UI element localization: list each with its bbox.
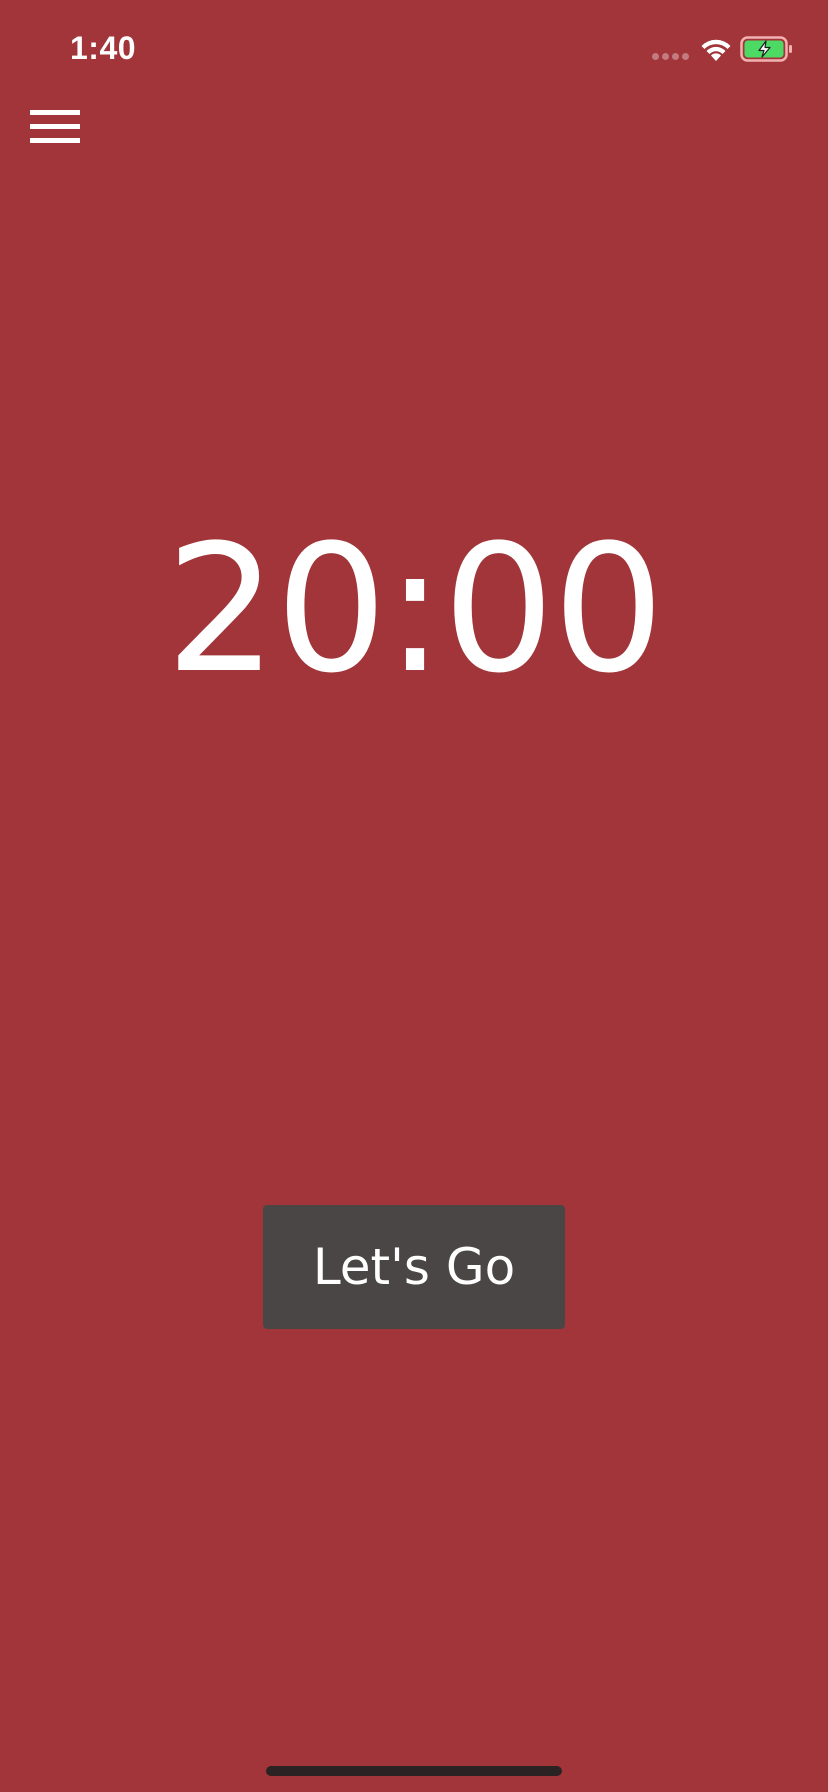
menu-line [30,110,80,115]
battery-charging-icon [740,36,794,62]
hamburger-menu-icon[interactable] [28,108,82,148]
cellular-signal-icon [652,53,692,61]
wifi-icon [698,36,734,62]
status-time: 1:40 [70,30,137,66]
menu-line [30,124,80,129]
menu-line [30,138,80,143]
timer-display: 20:00 [165,507,664,712]
home-indicator[interactable] [266,1766,562,1776]
lets-go-button[interactable]: Let's Go [263,1205,565,1329]
